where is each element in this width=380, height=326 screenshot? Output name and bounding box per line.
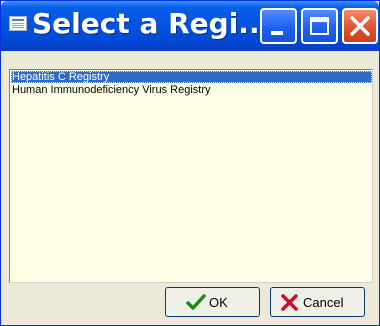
- select-registry-dialog: Select a Regi... Hepatitis C Registry Hu…: [0, 0, 380, 326]
- list-item-hiv[interactable]: Human Immunodeficiency Virus Registry: [11, 84, 372, 96]
- checkmark-icon: [186, 294, 206, 310]
- cancel-label: Cancel: [303, 295, 344, 310]
- ok-label: OK: [209, 295, 228, 310]
- close-button[interactable]: [342, 8, 378, 44]
- title-bar[interactable]: Select a Regi...: [1, 1, 379, 51]
- cancel-button[interactable]: Cancel: [270, 287, 365, 317]
- minimize-icon: [271, 31, 283, 35]
- ok-button[interactable]: OK: [165, 287, 260, 317]
- maximize-icon: [310, 17, 329, 35]
- registry-list[interactable]: Hepatitis C Registry Human Immunodeficie…: [9, 69, 373, 283]
- list-item-hepatitis-c[interactable]: Hepatitis C Registry: [11, 71, 372, 83]
- app-icon: [9, 16, 27, 31]
- minimize-button[interactable]: [260, 8, 297, 44]
- maximize-button[interactable]: [301, 8, 338, 44]
- red-x-icon: [281, 294, 298, 311]
- window-title: Select a Regi...: [32, 7, 271, 40]
- close-icon: [350, 16, 370, 36]
